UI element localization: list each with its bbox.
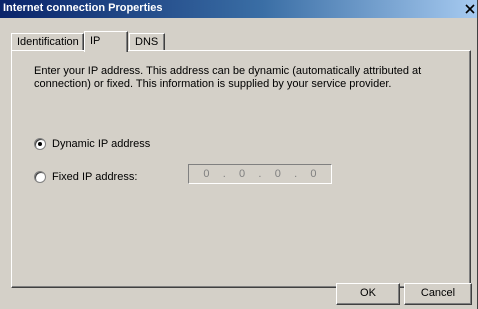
window-title: Internet connection Properties [3, 2, 163, 14]
tab-identification[interactable]: Identification [11, 33, 84, 50]
ip-octet-4[interactable]: 0 [305, 168, 321, 180]
ip-separator: . [222, 168, 226, 180]
fixed-ip-radio[interactable] [34, 171, 46, 183]
fixed-ip-option[interactable]: Fixed IP address: [34, 169, 137, 185]
ip-octet-1[interactable]: 0 [198, 168, 214, 180]
dynamic-ip-radio[interactable] [34, 138, 46, 150]
ip-octet-3[interactable]: 0 [270, 168, 286, 180]
ok-button[interactable]: OK [336, 283, 400, 305]
dynamic-ip-label: Dynamic IP address [52, 138, 151, 150]
tab-dns[interactable]: DNS [129, 33, 165, 50]
ip-address-field[interactable]: 0 . 0 . 0 . 0 [188, 164, 332, 184]
title-bar[interactable]: Internet connection Properties [0, 0, 477, 18]
properties-window: Internet connection Properties Identific… [0, 0, 478, 309]
radio-selected-dot [38, 142, 42, 146]
dynamic-ip-option[interactable]: Dynamic IP address [34, 136, 150, 152]
fixed-ip-label: Fixed IP address: [52, 171, 138, 183]
ip-tab-panel: Enter your IP address. This address can … [11, 50, 471, 288]
ip-octet-2[interactable]: 0 [234, 168, 250, 180]
close-button[interactable] [463, 2, 477, 16]
tab-ip[interactable]: IP [84, 31, 128, 52]
close-icon [463, 2, 477, 16]
ip-description-text: Enter your IP address. This address can … [34, 65, 422, 90]
cancel-button[interactable]: Cancel [404, 283, 472, 305]
ip-separator: . [294, 168, 298, 180]
ip-separator: . [258, 168, 262, 180]
